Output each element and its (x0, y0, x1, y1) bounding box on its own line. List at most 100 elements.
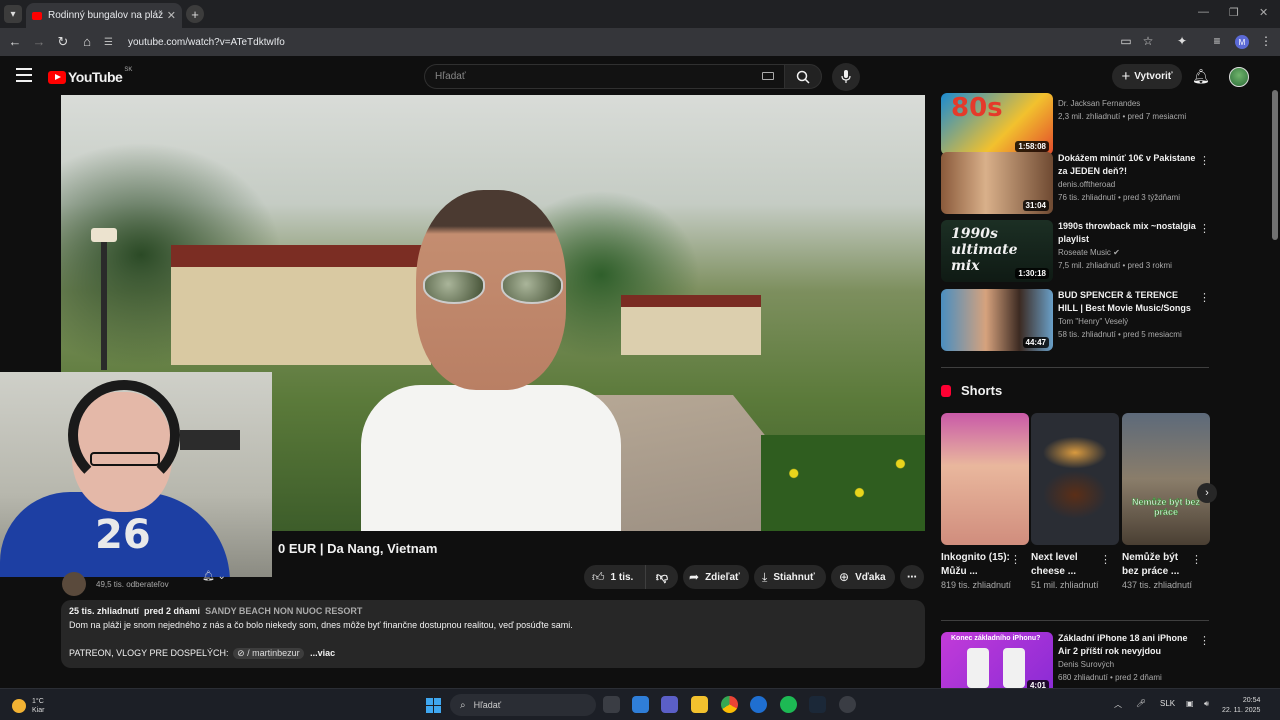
cast-icon[interactable]: ▭ (1118, 34, 1134, 48)
create-button[interactable]: + Vytvoriť (1112, 64, 1182, 89)
app-icon[interactable] (750, 696, 767, 713)
share-button[interactable]: ➦ Zdieľať (683, 565, 749, 589)
short-item[interactable]: Next level cheese ... 51 mil. zhliadnutí… (1031, 413, 1119, 592)
extensions-icon[interactable]: ✦ (1174, 34, 1190, 48)
teams-icon[interactable] (661, 696, 678, 713)
task-view-icon[interactable] (603, 696, 620, 713)
short-thumbnail[interactable] (941, 413, 1029, 545)
chrome-icon[interactable] (721, 696, 738, 713)
forward-icon[interactable]: → (31, 34, 47, 49)
location-tag[interactable]: SANDY BEACH NON NUOC RESORT (205, 606, 362, 616)
voice-search-button[interactable] (832, 63, 860, 91)
site-info-icon[interactable]: ☰ (104, 37, 116, 48)
taskbar-search-input[interactable]: ⌕ Hľadať (450, 694, 596, 716)
video-thumbnail[interactable]: 80s 1:58:08 (941, 93, 1053, 155)
recommendation-item[interactable]: 1990s ultimate mix 1:30:18 1990s throwba… (941, 220, 1211, 284)
short-views: 437 tis. zhliadnutí (1122, 580, 1193, 590)
channel-name[interactable]: Dr. Jacksan Fernandes (1058, 97, 1198, 110)
more-vertical-icon[interactable]: ⋮ (1199, 634, 1210, 647)
download-button[interactable]: ⤓ Stiahnuť (754, 565, 826, 589)
channel-name[interactable]: Denis Surových (1058, 658, 1198, 671)
channel-name[interactable]: Roseate Music ✔ (1058, 246, 1198, 259)
app-icon[interactable] (839, 696, 856, 713)
description-box[interactable]: 25 tis. zhliadnutí pred 2 dňami SANDY BE… (61, 600, 925, 668)
show-more-link[interactable]: ...viac (310, 648, 335, 658)
url-field[interactable]: ☰ youtube.com/watch?v=ATeTdktwIfo (104, 32, 1104, 52)
windows-start-icon[interactable] (426, 698, 441, 713)
patreon-link[interactable]: ⊘ / martinbezur (233, 648, 304, 659)
more-vertical-icon[interactable]: ⋮ (1100, 553, 1111, 566)
page-scrollbar[interactable] (1270, 56, 1280, 688)
video-thumbnail[interactable]: 1990s ultimate mix 1:30:18 (941, 220, 1053, 282)
user-avatar[interactable] (1229, 67, 1249, 87)
video-title[interactable]: 1990s throwback mix ~nostalgia playlist (1058, 220, 1198, 246)
more-vertical-icon[interactable]: ⋮ (1199, 291, 1210, 304)
spotify-icon[interactable] (780, 696, 797, 713)
recommendation-item[interactable]: 44:47 BUD SPENCER & TERENCE HILL | Best … (941, 289, 1211, 353)
browser-menu-icon[interactable]: ⋮ (1258, 34, 1274, 48)
tab-search-icon[interactable]: ▾ (4, 5, 22, 23)
profile-avatar[interactable]: M (1235, 35, 1249, 49)
recommendation-item[interactable]: 80s 1:58:08 Dr. Jacksan Fernandes 2,3 mi… (941, 93, 1211, 159)
video-thumbnail[interactable]: 44:47 (941, 289, 1053, 351)
video-thumbnail[interactable]: Konec základního iPhonu? 4:01 (941, 632, 1053, 694)
new-tab-button[interactable]: + (186, 5, 204, 23)
minimize-button[interactable]: — (1198, 6, 1209, 18)
channel-name[interactable]: Tom "Henry" Veselý (1058, 315, 1198, 328)
short-thumbnail[interactable]: Nemůže být bez práce (1122, 413, 1210, 545)
short-item[interactable]: Inkognito (15): Můžu ... 819 tis. zhliad… (941, 413, 1029, 592)
system-clock[interactable]: 20:54 22. 11. 2025 (1222, 696, 1260, 716)
phone-shape-icon (1003, 648, 1025, 688)
home-icon[interactable]: ⌂ (79, 34, 95, 49)
dislike-button[interactable]: 👎︎ (646, 565, 678, 589)
microphone-icon[interactable]: 🎤︎ (1136, 699, 1146, 708)
hamburger-menu-icon[interactable] (16, 68, 32, 82)
shorts-next-button[interactable]: › (1197, 483, 1217, 503)
more-vertical-icon[interactable]: ⋮ (1199, 222, 1210, 235)
notifications-bell-icon[interactable]: 🔔︎ (1192, 68, 1210, 85)
tray-chevron-icon[interactable]: ︿ (1114, 699, 1122, 710)
short-title[interactable]: Inkognito (15): Můžu ... (941, 551, 1015, 579)
search-input[interactable]: Hľadať (424, 64, 784, 89)
maximize-button[interactable]: ❐ (1229, 6, 1239, 19)
scrollbar-thumb[interactable] (1272, 90, 1278, 240)
short-item[interactable]: Nemůže být bez práce Nemůže být bez prác… (1122, 413, 1210, 592)
more-actions-button[interactable]: ⋯ (900, 565, 924, 589)
recommendation-info: Dr. Jacksan Fernandes 2,3 mil. zhliadnut… (1058, 95, 1198, 123)
bookmark-star-icon[interactable]: ☆ (1140, 34, 1156, 48)
search-button[interactable] (784, 64, 822, 89)
more-vertical-icon[interactable]: ⋮ (1199, 154, 1210, 167)
volume-icon[interactable]: 🔊︎ (1204, 699, 1209, 709)
weather-widget[interactable]: 1°C Kiar (12, 697, 44, 715)
file-explorer-icon[interactable] (691, 696, 708, 713)
keyboard-icon[interactable] (762, 72, 774, 80)
widgets-icon[interactable] (632, 696, 649, 713)
recommendation-item[interactable]: 31:04 Dokážem minúť 10€ v Pakistane za J… (941, 152, 1211, 216)
channel-name[interactable]: denis.offtheroad (1058, 178, 1198, 191)
tab-close-icon[interactable]: ✕ (167, 9, 176, 22)
video-thumbnail[interactable]: 31:04 (941, 152, 1053, 214)
close-window-button[interactable]: ✕ (1259, 6, 1268, 19)
short-thumbnail[interactable] (1031, 413, 1119, 545)
short-title[interactable]: Nemůže být bez práce ... (1122, 551, 1196, 579)
steam-icon[interactable] (809, 696, 826, 713)
recommendation-item[interactable]: Konec základního iPhonu? 4:01 Základní i… (941, 632, 1211, 696)
back-icon[interactable]: ← (7, 34, 23, 49)
reading-list-icon[interactable]: ≡ (1209, 34, 1225, 48)
short-title[interactable]: Next level cheese ... (1031, 551, 1105, 579)
network-icon[interactable]: ▣ (1186, 699, 1194, 708)
subscription-bell-icon[interactable]: 🔔︎ ⌄ (202, 571, 226, 582)
video-title[interactable]: BUD SPENCER & TERENCE HILL | Best Movie … (1058, 289, 1198, 315)
channel-avatar[interactable] (62, 572, 86, 596)
reload-icon[interactable]: ↻ (55, 34, 71, 50)
video-title[interactable]: Dokážem minúť 10€ v Pakistane za JEDEN d… (1058, 152, 1198, 178)
more-vertical-icon[interactable]: ⋮ (1191, 553, 1202, 566)
like-button[interactable]: 👍︎ 1 tis. (584, 565, 646, 589)
thanks-button[interactable]: ⊕ Vďaka (831, 565, 895, 589)
language-indicator[interactable]: SLK (1160, 699, 1175, 708)
youtube-logo[interactable]: YouTube SK (48, 67, 133, 85)
video-title[interactable]: Základní iPhone 18 ani iPhone Air 2 příš… (1058, 632, 1198, 658)
more-vertical-icon[interactable]: ⋮ (1010, 553, 1021, 566)
browser-tab[interactable]: Rodinný bungalov na pláži len ✕ (26, 3, 182, 28)
country-code: SK (124, 67, 133, 73)
